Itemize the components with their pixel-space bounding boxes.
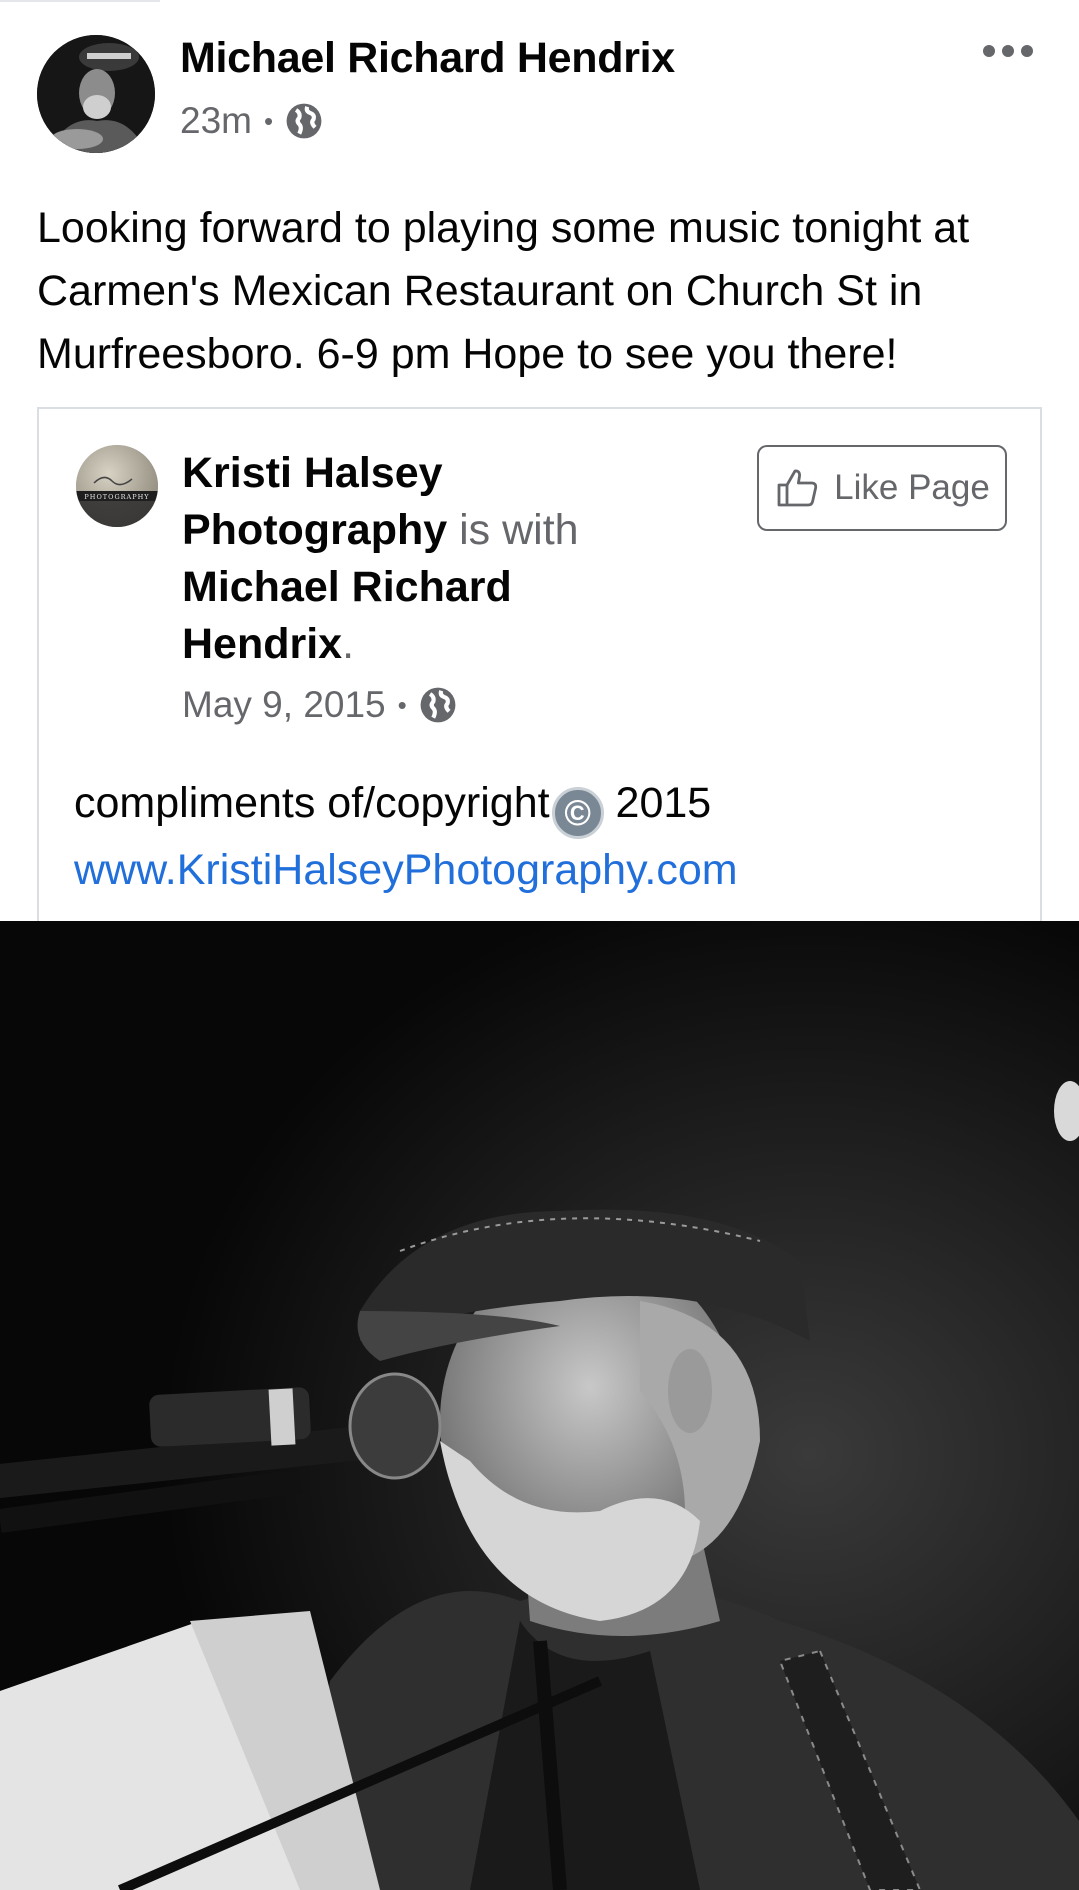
post-meta: 23m • xyxy=(180,100,323,142)
globe-icon[interactable] xyxy=(285,102,323,140)
shared-post-card[interactable]: PHOTOGRAPHY Kristi Halsey Photography is… xyxy=(37,407,1042,922)
meta-separator: • xyxy=(263,105,274,136)
shared-body: compliments of/copyright © 2015 www.Krist… xyxy=(74,772,738,902)
copyright-icon: © xyxy=(551,786,604,839)
author-avatar[interactable] xyxy=(37,35,155,153)
shared-meta: May 9, 2015 • xyxy=(182,684,457,726)
post-timestamp[interactable]: 23m xyxy=(180,100,252,142)
musician-photo xyxy=(0,921,1079,1890)
shared-meta-separator: • xyxy=(397,689,407,720)
shared-globe-icon[interactable] xyxy=(419,686,457,724)
more-options-icon[interactable] xyxy=(983,45,1033,57)
thumbs-up-icon xyxy=(777,469,818,507)
shared-body-text: compliments of/copyright xyxy=(74,779,550,827)
post-text: Looking forward to playing some music to… xyxy=(37,204,970,378)
top-divider xyxy=(0,0,160,2)
header-period: . xyxy=(342,620,355,668)
author-name[interactable]: Michael Richard Hendrix xyxy=(180,34,675,83)
page-name-link[interactable]: Kristi Halsey Photography xyxy=(182,449,447,554)
shared-body-year: 2015 xyxy=(603,779,712,827)
author-avatar-image xyxy=(37,35,155,153)
post-photo[interactable] xyxy=(0,921,1079,1890)
page-avatar-image: PHOTOGRAPHY xyxy=(76,445,158,527)
with-text: is with xyxy=(459,506,579,554)
like-page-button[interactable]: Like Page xyxy=(757,445,1007,531)
page-avatar[interactable]: PHOTOGRAPHY xyxy=(76,445,158,527)
shared-date[interactable]: May 9, 2015 xyxy=(182,684,386,726)
website-link[interactable]: www.KristiHalseyPhotography.com xyxy=(74,839,738,902)
page-avatar-text: PHOTOGRAPHY xyxy=(84,493,149,501)
like-page-label: Like Page xyxy=(834,468,990,507)
shared-header: Kristi Halsey Photography is with Michae… xyxy=(182,445,662,673)
